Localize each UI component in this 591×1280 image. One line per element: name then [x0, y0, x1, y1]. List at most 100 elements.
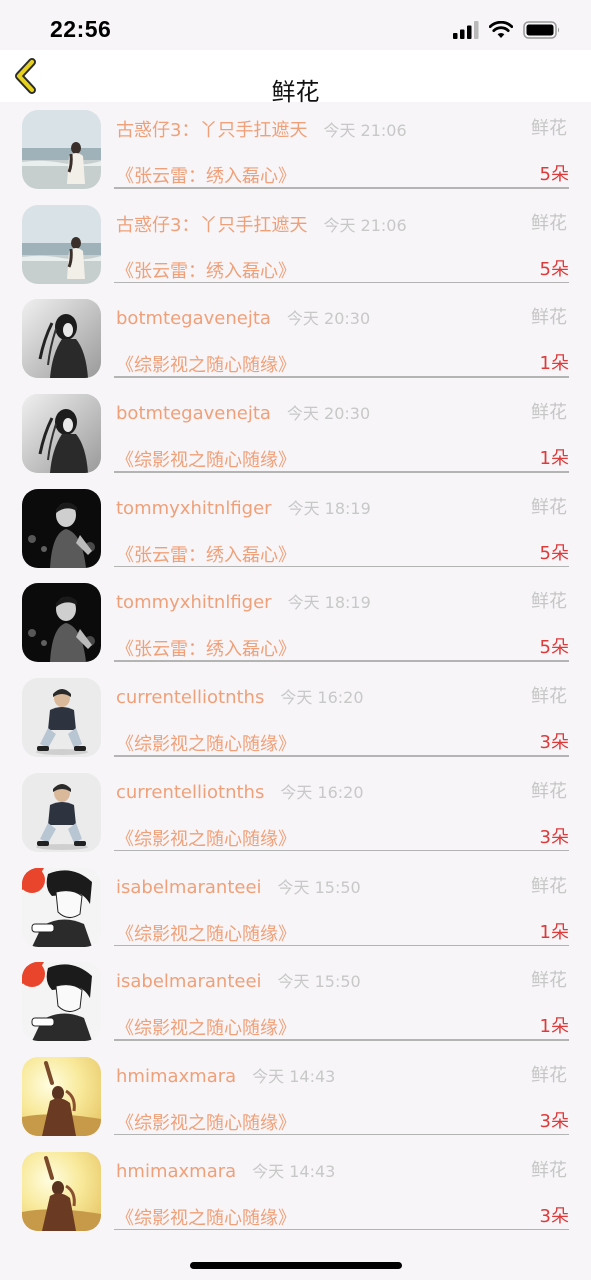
- gift-time: 今天 20:30: [286, 404, 371, 424]
- sender-name-line: isabelmaranteei 今天 15:50: [116, 874, 361, 898]
- list-item[interactable]: currentelliotnths 今天 16:20 鲜花 《综影视之随心随缘》 3朵: [0, 670, 591, 765]
- sender-name: 古惑仔3：丫只手扛遮天: [116, 120, 308, 141]
- flower-count: 3朵: [539, 732, 569, 754]
- book-title[interactable]: 《综影视之随心随缘》: [116, 1204, 296, 1230]
- flower-count: 3朵: [539, 826, 569, 848]
- avatar[interactable]: [22, 962, 101, 1042]
- home-indicator[interactable]: [190, 1262, 402, 1269]
- flower-count: 5朵: [539, 258, 569, 280]
- status-time: 22:56: [50, 16, 112, 42]
- row-divider: [114, 471, 569, 473]
- book-title[interactable]: 《张云雷：绣入磊心》: [116, 635, 296, 661]
- list-item[interactable]: isabelmaranteei 今天 15:50 鲜花《综影视之随心随缘》 1朵: [0, 954, 591, 1049]
- list-item[interactable]: tommyxhitnlfiger 今天 18:19 鲜花 《张云雷：绣入磊心》 5朵: [0, 481, 591, 576]
- flower-count: 1朵: [539, 448, 569, 470]
- gift-time: 今天 14:43: [252, 1161, 336, 1181]
- gift-time: 今天 16:20: [280, 782, 364, 802]
- row-divider: [114, 944, 569, 946]
- list-item[interactable]: isabelmaranteei 今天 15:50 鲜花 《综影视之随心随缘》 1朵: [0, 860, 591, 955]
- sender-name: isabelmaranteei: [116, 971, 262, 993]
- sender-name-line: 古惑仔3：丫只手扛遮天 今天 21:06: [116, 211, 407, 237]
- sender-name: hmimaxmara: [116, 1065, 237, 1087]
- avatar[interactable]: [22, 1056, 101, 1136]
- gift-type: 鲜花: [531, 970, 567, 992]
- book-title[interactable]: 《张云雷：绣入磊心》: [116, 541, 296, 567]
- sender-name-line: tommyxhitnlfiger 今天 18:19: [116, 495, 371, 519]
- row-divider: [114, 376, 569, 378]
- sender-name-line: botmtegavenejta 今天 20:30: [116, 305, 370, 329]
- list-item[interactable]: 古惑仔3：丫只手扛遮天 今天 21:06 鲜花《张云雷：绣入磊心》 5朵: [0, 197, 591, 292]
- gift-time: 今天 18:19: [287, 498, 371, 518]
- list-item[interactable]: botmtegavenejta 今天 20:30 鲜花 《综影视之随心随缘》 1朵: [0, 386, 591, 481]
- flower-count: 1朵: [539, 353, 569, 375]
- book-title[interactable]: 《综影视之随心随缘》: [116, 446, 296, 472]
- avatar[interactable]: [22, 394, 101, 474]
- gift-type: 鲜花: [531, 591, 567, 613]
- nav-bar: 鲜花: [0, 50, 591, 106]
- row-divider: [114, 660, 569, 662]
- sender-name: botmtegavenejta: [116, 308, 271, 330]
- book-title[interactable]: 《综影视之随心随缘》: [116, 825, 296, 851]
- avatar[interactable]: [22, 299, 101, 379]
- gift-type: 鲜花: [531, 1064, 567, 1086]
- gift-time: 今天 14:43: [252, 1066, 336, 1086]
- gift-time: 今天 18:19: [287, 593, 371, 613]
- row-divider: [114, 281, 569, 284]
- flower-count: 1朵: [539, 921, 569, 943]
- gift-type: 鲜花: [531, 780, 567, 802]
- gift-time: 今天 15:50: [277, 877, 361, 897]
- sender-name-line: 古惑仔3：丫只手扛遮天 今天 21:06: [116, 116, 407, 142]
- sender-name: currentelliotnths: [116, 781, 265, 803]
- battery-icon: [523, 21, 560, 39]
- avatar[interactable]: [22, 204, 101, 284]
- sender-name: tommyxhitnlfiger: [116, 497, 272, 519]
- gift-time: 今天 21:06: [323, 121, 407, 140]
- status-icons: [453, 20, 561, 40]
- avatar[interactable]: [22, 772, 101, 852]
- book-title[interactable]: 《综影视之随心随缘》: [116, 351, 296, 377]
- list-item[interactable]: botmtegavenejta 今天 20:30 鲜花《综影视之随心随缘》 1朵: [0, 291, 591, 386]
- row-divider: [114, 565, 569, 568]
- flower-count: 5朵: [539, 542, 569, 564]
- list-item[interactable]: hmimaxmara 今天 14:43 鲜花 《综影视之随心随缘》 3朵: [0, 1144, 591, 1239]
- gift-time: 今天 21:06: [323, 215, 407, 235]
- flower-gift-list: 古惑仔3：丫只手扛遮天 今天 21:06 鲜花 《张云雷：绣入磊心》 5朵 古惑仔3：丫只…: [0, 102, 591, 1238]
- list-item[interactable]: 古惑仔3：丫只手扛遮天 今天 21:06 鲜花 《张云雷：绣入磊心》 5朵: [0, 102, 591, 197]
- row-divider: [114, 1228, 569, 1231]
- avatar[interactable]: [22, 1151, 101, 1231]
- gift-time: 今天 15:50: [277, 972, 361, 992]
- avatar[interactable]: [22, 867, 101, 947]
- book-title[interactable]: 《张云雷：绣入磊心》: [116, 257, 296, 283]
- sender-name: tommyxhitnlfiger: [116, 592, 272, 614]
- avatar[interactable]: [22, 488, 101, 568]
- sender-name-line: tommyxhitnlfiger 今天 18:19: [116, 589, 371, 613]
- avatar[interactable]: [22, 678, 101, 758]
- flower-count: 3朵: [539, 1110, 569, 1132]
- avatar[interactable]: [22, 110, 101, 189]
- list-item[interactable]: tommyxhitnlfiger 今天 18:19 鲜花 《张云雷：绣入磊心》 5朵: [0, 575, 591, 670]
- sender-name-line: hmimaxmara 今天 14:43: [116, 1158, 335, 1182]
- sender-name-line: currentelliotnths 今天 16:20: [116, 779, 364, 803]
- row-divider: [114, 849, 569, 852]
- book-title[interactable]: 《综影视之随心随缘》: [116, 920, 296, 946]
- row-divider: [114, 1133, 569, 1136]
- flower-count: 1朵: [539, 1016, 569, 1038]
- sender-name: botmtegavenejta: [116, 403, 271, 425]
- book-title[interactable]: 《综影视之随心随缘》: [116, 1014, 296, 1040]
- book-title[interactable]: 《综影视之随心随缘》: [116, 730, 296, 756]
- gift-time: 今天 16:20: [280, 688, 364, 708]
- sender-name: isabelmaranteei: [116, 876, 262, 898]
- row-divider: [114, 755, 569, 757]
- list-item[interactable]: hmimaxmara 今天 14:43 鲜花《综影视之随心随缘》 3朵: [0, 1049, 591, 1144]
- sender-name-line: currentelliotnths 今天 16:20: [116, 684, 364, 708]
- sender-name: 古惑仔3：丫只手扛遮天: [116, 214, 308, 236]
- book-title[interactable]: 《张云雷：绣入磊心》: [116, 162, 296, 188]
- flower-count: 5朵: [539, 164, 569, 185]
- avatar[interactable]: [22, 583, 101, 663]
- gift-type: 鲜花: [531, 307, 567, 329]
- sender-name: hmimaxmara: [116, 1160, 237, 1182]
- gift-type: 鲜花: [531, 212, 567, 234]
- sender-name-line: botmtegavenejta 今天 20:30: [116, 400, 370, 424]
- book-title[interactable]: 《综影视之随心随缘》: [116, 1109, 296, 1135]
- list-item[interactable]: currentelliotnths 今天 16:20 鲜花《综影视之随心随缘》 3朵: [0, 765, 591, 860]
